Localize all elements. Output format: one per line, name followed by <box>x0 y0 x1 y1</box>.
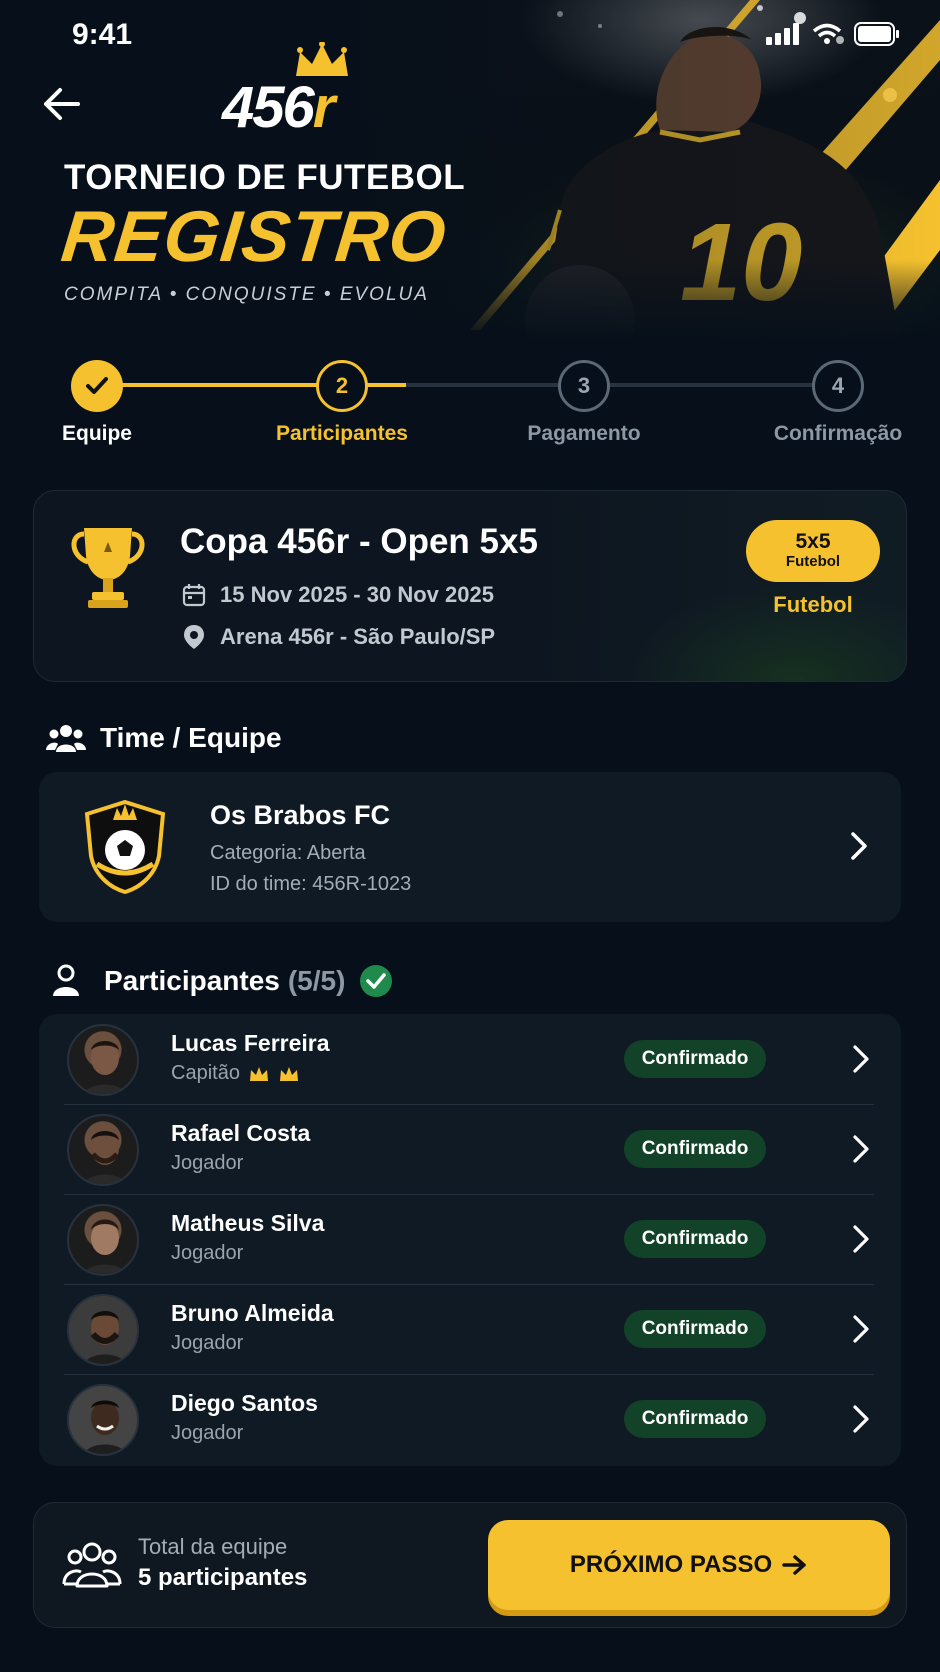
users-icon <box>62 1542 122 1588</box>
team-section-title: Time / Equipe <box>100 722 282 753</box>
avatar <box>67 1024 139 1096</box>
participant-name: Bruno Almeida <box>171 1300 334 1326</box>
step-4-circle[interactable]: 4 <box>812 360 864 412</box>
step-4-label: Confirmação <box>773 422 903 445</box>
users-icon <box>46 725 86 752</box>
team-card[interactable] <box>39 772 901 922</box>
back-arrow-icon[interactable] <box>40 82 84 126</box>
step-3-label: Pagamento <box>527 422 641 445</box>
step-connector-2b <box>406 383 558 387</box>
team-id: ID do time: 456R-1023 <box>210 873 412 895</box>
badge-sport: Futebol <box>785 553 841 570</box>
calendar-icon <box>182 584 206 607</box>
status-badge: Confirmado <box>624 1040 766 1078</box>
participant-name: Matheus Silva <box>171 1210 325 1236</box>
avatar <box>67 1384 139 1456</box>
participant-row[interactable]: Diego Santos Jogador Confirmado <box>39 1374 901 1464</box>
next-step-label: PRÓXIMO PASSO <box>569 1551 773 1578</box>
step-1-label: Equipe <box>61 422 132 445</box>
team-crest-icon <box>84 799 166 894</box>
step-2-circle[interactable]: 2 <box>316 360 368 412</box>
crown-icon <box>279 1066 298 1081</box>
status-time: 9:41 <box>72 18 133 51</box>
logo-main: 456 <box>222 75 315 140</box>
user-icon <box>53 964 79 996</box>
step-2-number: 2 <box>335 373 349 398</box>
chevron-right-icon <box>853 1405 869 1433</box>
participant-role: Jogador <box>171 1152 244 1174</box>
status-badge: Confirmado <box>624 1400 766 1438</box>
status-badge: Confirmado <box>624 1220 766 1258</box>
event-dates: 15 Nov 2025 - 30 Nov 2025 <box>220 582 494 607</box>
avatar <box>67 1114 139 1186</box>
badge-format: 5x5 <box>795 530 831 553</box>
hero-headline: REGISTRO <box>57 197 451 277</box>
participant-row[interactable]: Rafael Costa Jogador Confirmado <box>39 1104 901 1194</box>
participant-role: Capitão <box>171 1062 300 1085</box>
step-connector-3 <box>610 383 812 387</box>
participants-section-title: Participantes <box>104 965 280 996</box>
trophy-icon <box>71 528 145 608</box>
participant-row[interactable]: Matheus Silva Jogador Confirmado <box>39 1194 901 1284</box>
participant-role: Jogador <box>171 1242 244 1264</box>
battery-icon <box>854 22 899 46</box>
event-title: Copa 456r - Open 5x5 <box>180 522 538 561</box>
status-badge: Confirmado <box>624 1130 766 1168</box>
participant-role: Jogador <box>171 1332 244 1354</box>
step-3-number: 3 <box>577 373 591 398</box>
team-section-heading: Time / Equipe <box>46 722 282 754</box>
chevron-right-icon <box>853 1135 869 1163</box>
check-circle-icon <box>360 965 393 997</box>
logo-r: r <box>312 75 336 140</box>
total-value: 5 participantes <box>138 1564 308 1591</box>
avatar <box>67 1204 139 1276</box>
signal-icon <box>766 23 799 45</box>
location-pin-icon <box>184 625 204 649</box>
participants-count: (5/5) <box>287 965 346 996</box>
chevron-right-icon <box>853 1225 869 1253</box>
status-badge: Confirmado <box>624 1310 766 1348</box>
participant-name: Diego Santos <box>171 1390 318 1416</box>
participant-name: Lucas Ferreira <box>171 1030 330 1056</box>
event-dates-row: 15 Nov 2025 - 30 Nov 2025 <box>182 582 494 608</box>
status-icons <box>766 22 900 46</box>
wifi-icon <box>812 23 842 44</box>
participant-row[interactable]: Bruno Almeida Jogador Confirmado <box>39 1284 901 1374</box>
step-2-label: Participantes <box>276 422 408 445</box>
chevron-right-icon <box>853 1045 869 1073</box>
team-name: Os Brabos FC <box>210 800 391 830</box>
participant-role: Jogador <box>171 1422 244 1444</box>
participants-section-heading: Participantes (5/5) <box>50 964 393 998</box>
arrow-right-icon <box>782 1555 806 1575</box>
chevron-right-icon <box>851 832 867 860</box>
hero-tagline: COMPITA • CONQUISTE • EVOLUA <box>64 284 429 305</box>
step-3-circle[interactable]: 3 <box>558 360 610 412</box>
avatar <box>67 1294 139 1366</box>
event-location: Arena 456r - São Paulo/SP <box>220 624 496 649</box>
participant-row[interactable]: Lucas Ferreira Capitão Confirmado <box>39 1014 901 1104</box>
brand-logo: 456r <box>222 42 412 140</box>
total-label: Total da equipe <box>138 1534 288 1559</box>
hero-title: TORNEIO DE FUTEBOL <box>64 158 466 197</box>
event-location-row: Arena 456r - São Paulo/SP <box>182 624 495 650</box>
step-connector-1 <box>116 383 342 387</box>
participant-role-text: Capitão <box>171 1062 240 1084</box>
participant-name: Rafael Costa <box>171 1120 311 1146</box>
format-badge: 5x5 Futebol <box>746 520 880 582</box>
chevron-right-icon <box>853 1315 869 1343</box>
check-icon <box>86 377 108 394</box>
next-step-button[interactable]: PRÓXIMO PASSO <box>488 1520 890 1610</box>
crown-icon <box>249 1066 268 1081</box>
event-sport-label: Futebol <box>773 592 853 617</box>
step-1-circle[interactable] <box>71 360 123 412</box>
step-4-number: 4 <box>831 373 845 398</box>
team-category: Categoria: Aberta <box>210 842 366 864</box>
